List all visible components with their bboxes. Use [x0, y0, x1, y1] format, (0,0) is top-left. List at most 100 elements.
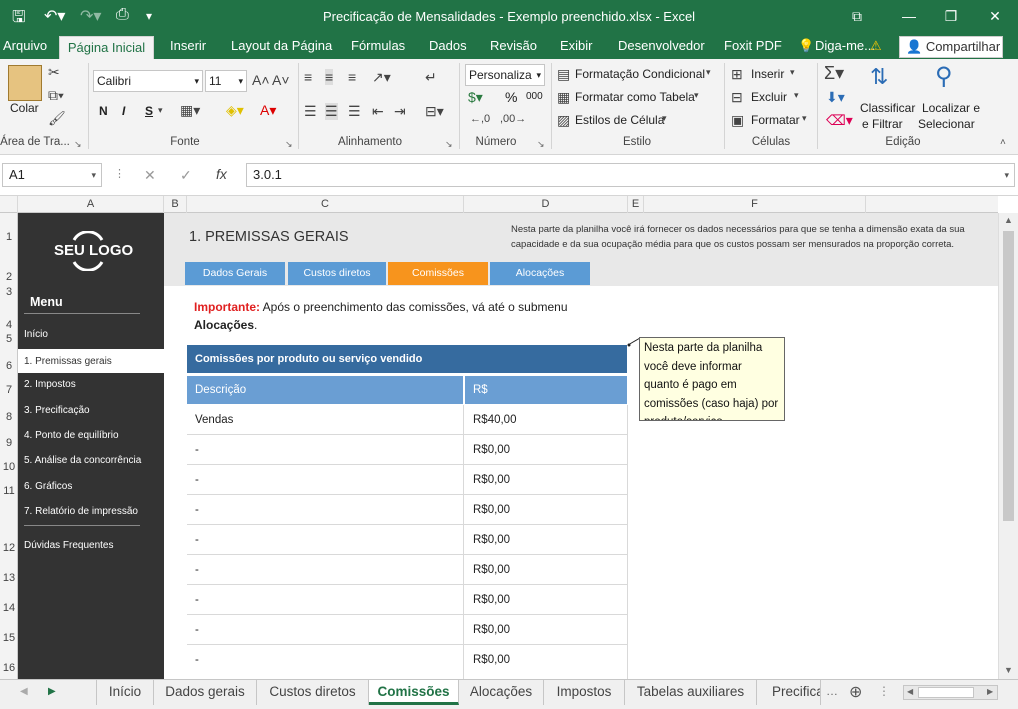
sidebar-item-relatorio[interactable]: 7. Relatório de impressão	[24, 506, 138, 517]
sidebar-item-duvidas[interactable]: Dúvidas Frequentes	[24, 540, 114, 551]
increase-font-icon[interactable]: A˄	[252, 72, 270, 88]
row-header[interactable]: 13	[0, 572, 18, 584]
sheet-tab-dados-gerais[interactable]: Dados gerais	[154, 680, 257, 705]
clear-icon[interactable]: ⌫▾	[826, 112, 853, 129]
format-cells-button[interactable]: Formatar	[751, 113, 800, 127]
align-center-icon[interactable]: ☰	[325, 103, 338, 120]
row-value[interactable]: R$40,00	[473, 405, 516, 435]
subtab-alocacoes[interactable]: Alocações	[490, 262, 590, 285]
font-size-combo[interactable]: 11 ▾	[205, 70, 247, 92]
row-header[interactable]: 10	[0, 461, 18, 473]
sheet-tab-precificacao[interactable]: Precifica	[757, 680, 821, 705]
tell-me-search[interactable]: Diga-me...	[815, 38, 875, 59]
currency-icon[interactable]: $▾	[468, 89, 483, 106]
find-select-button-line2[interactable]: Selecionar	[918, 117, 975, 131]
restore-button[interactable]: ❐	[936, 4, 966, 28]
notice-link[interactable]: Alocações	[194, 318, 254, 332]
cell-styles-button[interactable]: Estilos de Célula	[575, 113, 664, 127]
align-middle-icon[interactable]: ≡	[325, 69, 334, 85]
row-header[interactable]: 1	[0, 231, 18, 243]
align-right-icon[interactable]: ☰	[348, 103, 361, 120]
font-name-combo[interactable]: Calibri ▾	[93, 70, 203, 92]
column-header[interactable]: C	[187, 196, 464, 213]
row-description[interactable]: -	[195, 435, 199, 465]
sidebar-item-impostos[interactable]: 2. Impostos	[24, 379, 76, 390]
tab-foxit-pdf[interactable]: Foxit PDF	[724, 38, 782, 59]
row-value[interactable]: R$0,00	[473, 525, 510, 555]
next-sheet-icon[interactable]: ▶	[48, 686, 56, 697]
row-header[interactable]: 12	[0, 542, 18, 554]
row-value[interactable]: R$0,00	[473, 615, 510, 645]
decrease-font-icon[interactable]: A˅	[272, 72, 290, 88]
row-header[interactable]: 7	[0, 384, 18, 396]
row-header[interactable]: 9	[0, 437, 18, 449]
alignment-dialog-launcher-icon[interactable]: ↘	[445, 139, 453, 150]
sheet-tab-comissoes[interactable]: Comissões	[369, 680, 459, 705]
merge-center-icon[interactable]: ⊟▾	[425, 103, 444, 120]
sidebar-item-ponto-equilibrio[interactable]: 4. Ponto de equilíbrio	[24, 430, 119, 441]
row-header[interactable]: 14	[0, 602, 18, 614]
align-top-icon[interactable]: ≡	[304, 69, 312, 85]
column-header[interactable]: E	[628, 196, 644, 213]
fill-color-icon[interactable]: ◈▾	[226, 102, 244, 119]
decrease-indent-icon[interactable]: ⇤	[372, 103, 384, 120]
decrease-decimal-icon[interactable]: ,00→	[500, 113, 526, 125]
conditional-format-dropdown-icon[interactable]: ▾	[706, 67, 711, 78]
row-value[interactable]: R$0,00	[473, 435, 510, 465]
more-sheets-icon[interactable]: …	[826, 684, 838, 698]
insert-cells-button[interactable]: Inserir	[751, 67, 784, 81]
formula-input[interactable]: 3.0.1 ▾	[246, 163, 1015, 187]
sidebar-item-inicio[interactable]: Início	[24, 329, 48, 340]
sheet-tab-impostos[interactable]: Impostos	[544, 680, 625, 705]
row-description[interactable]: -	[195, 615, 199, 645]
conditional-format-button[interactable]: Formatação Condicional	[575, 67, 705, 81]
font-color-icon[interactable]: A▾	[260, 102, 276, 119]
align-bottom-icon[interactable]: ≡	[348, 69, 356, 85]
format-table-dropdown-icon[interactable]: ▾	[694, 90, 699, 101]
increase-decimal-icon[interactable]: ←,0	[470, 113, 490, 125]
cancel-icon[interactable]: ✕	[144, 167, 156, 184]
tab-page-layout[interactable]: Layout da Página	[231, 38, 332, 59]
prev-sheet-icon[interactable]: ◀	[20, 686, 28, 697]
cell-styles-dropdown-icon[interactable]: ▾	[662, 113, 667, 124]
horizontal-scrollbar[interactable]: ◀ ▶	[903, 685, 998, 700]
sort-filter-button-line1[interactable]: Classificar	[860, 101, 915, 115]
select-all-corner[interactable]	[0, 196, 18, 213]
column-header[interactable]: D	[464, 196, 628, 213]
tab-data[interactable]: Dados	[429, 38, 467, 59]
align-left-icon[interactable]: ☰	[304, 103, 317, 120]
fill-icon[interactable]: ⬇▾	[826, 89, 845, 106]
share-button[interactable]: 👤 Compartilhar	[899, 36, 1003, 58]
row-header[interactable]: 4	[0, 319, 18, 331]
row-header[interactable]: 6	[0, 360, 18, 372]
sheet-tab-tabelas-auxiliares[interactable]: Tabelas auxiliares	[625, 680, 757, 705]
scroll-right-icon[interactable]: ▶	[987, 687, 993, 696]
tab-insert[interactable]: Inserir	[170, 38, 206, 59]
sheet-tab-alocacoes[interactable]: Alocações	[459, 680, 544, 705]
sheet-tab-custos-diretos[interactable]: Custos diretos	[257, 680, 369, 705]
sidebar-item-precificacao[interactable]: 3. Precificação	[24, 405, 90, 416]
format-painter-icon[interactable]: 🖌	[48, 110, 66, 127]
sort-filter-button-line2[interactable]: e Filtrar	[862, 117, 903, 131]
tab-home[interactable]: Página Inicial	[59, 36, 154, 59]
tab-developer[interactable]: Desenvolvedor	[618, 38, 705, 59]
format-dropdown-icon[interactable]: ▾	[802, 113, 807, 124]
close-button[interactable]: ✕	[980, 4, 1010, 28]
warning-icon[interactable]: ⚠	[870, 38, 882, 59]
paste-button[interactable]: Colar	[10, 101, 39, 115]
column-header[interactable]: F	[644, 196, 866, 213]
new-sheet-icon[interactable]: ⊕	[849, 682, 862, 702]
underline-dropdown-icon[interactable]: ▾	[158, 105, 163, 116]
row-description[interactable]: -	[195, 645, 199, 675]
row-description[interactable]: -	[195, 555, 199, 585]
tab-file[interactable]: Arquivo	[3, 38, 47, 59]
row-description[interactable]: -	[195, 465, 199, 495]
insert-dropdown-icon[interactable]: ▾	[790, 67, 795, 78]
number-format-combo[interactable]: Personaliza ▾	[465, 64, 545, 86]
subtab-comissoes[interactable]: Comissões	[388, 262, 488, 285]
insert-function-icon[interactable]: fx	[216, 166, 227, 182]
find-select-button-line1[interactable]: Localizar e	[922, 101, 980, 115]
font-dialog-launcher-icon[interactable]: ↘	[285, 139, 293, 150]
underline-button[interactable]: S	[145, 104, 153, 118]
row-header[interactable]: 2	[0, 271, 18, 283]
